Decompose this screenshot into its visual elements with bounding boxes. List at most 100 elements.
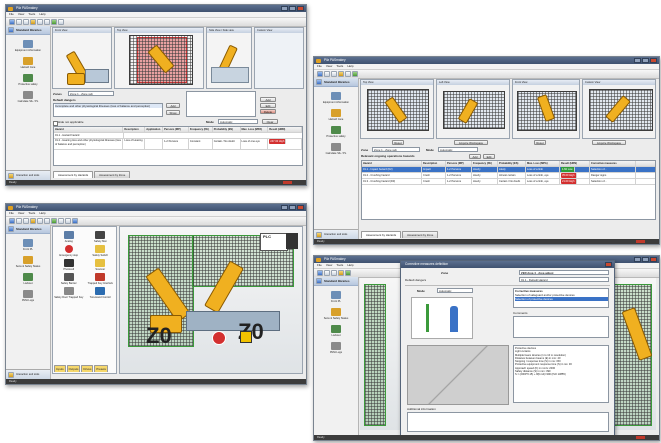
zoom-icon[interactable] (58, 218, 64, 224)
view-side[interactable]: Side View / Side view (206, 27, 252, 89)
mode-select[interactable]: Automatic (218, 119, 258, 124)
view-custom[interactable]: Custom View (582, 79, 656, 139)
minimize-icon[interactable] (281, 205, 288, 210)
open-icon[interactable] (324, 270, 330, 276)
view-front[interactable]: Front View (52, 27, 112, 89)
device-scanner[interactable]: Scanner (85, 259, 117, 271)
reset-button-2[interactable]: Reset (534, 140, 546, 145)
print-icon[interactable] (30, 19, 36, 25)
list-item[interactable]: Selection of protective devices (515, 297, 608, 301)
undo-icon[interactable] (37, 218, 43, 224)
save-icon[interactable] (331, 270, 337, 276)
view-left[interactable]: Left View (436, 79, 510, 139)
sidebar-item-pmh-lugs[interactable]: PMH Lugs (314, 342, 358, 354)
tab-assessment-by-hazards[interactable]: Assessment by Hazards (53, 171, 94, 178)
report-icon[interactable] (345, 270, 351, 276)
save-icon[interactable] (23, 218, 29, 224)
sidebar-item-safety-status[interactable]: Sens & Safety Status (6, 256, 50, 268)
save-icon[interactable] (331, 71, 337, 77)
menu-help[interactable]: Help (347, 263, 353, 268)
print-icon[interactable] (30, 218, 36, 224)
tab-assessment-by-zone[interactable]: Assessment by Zone (94, 171, 131, 178)
sidebar-item-safety-status[interactable]: Sens & Safety Status (314, 308, 358, 320)
close-icon[interactable] (650, 58, 657, 63)
hazard-list[interactable]: Incomplete and other physiological illne… (53, 103, 163, 117)
zone-select[interactable]: Zone 1 - Zone sub (68, 91, 114, 96)
view-top[interactable]: Top View (114, 27, 204, 89)
menu-tools[interactable]: Tools (336, 64, 343, 69)
hazard-select[interactable]: 01.1 - Default Hazard (519, 277, 609, 282)
sidebar-item-equipment[interactable]: Equipment information (314, 92, 358, 104)
table-row[interactable]: 01.3 - Crushing hazard (D3) Crush 1-2 Pe… (362, 179, 655, 185)
sidebar-item-sil-pl[interactable]: Calculate SIL / PL (6, 91, 50, 103)
device-photocell[interactable]: Photocell (53, 259, 85, 271)
mode-select[interactable]: Automatic (437, 288, 473, 293)
sidebar-footer[interactable]: Interaction and tools (314, 229, 358, 239)
acquire-workspace-button[interactable]: Acquire Workspace (454, 140, 488, 145)
menu-tools[interactable]: Tools (336, 263, 343, 268)
sidebar-item-front-pl[interactable]: Front PL (314, 291, 358, 303)
menu-file[interactable]: File (317, 64, 322, 69)
device-emergency-stop[interactable]: Emergency stop (53, 245, 85, 257)
view-custom[interactable]: Custom View (254, 27, 304, 89)
menu-view[interactable]: View (18, 211, 24, 216)
minimize-icon[interactable] (281, 6, 288, 11)
menu-view[interactable]: View (326, 263, 332, 268)
menu-help[interactable]: Help (347, 64, 353, 69)
add-button[interactable]: Add (166, 103, 180, 108)
show-button[interactable]: Show (166, 110, 180, 115)
new-icon[interactable] (9, 218, 15, 224)
menu-file[interactable]: File (9, 12, 14, 17)
table-row[interactable]: 01.2 - Hearing loss and other physiologi… (54, 139, 302, 150)
camera-icon[interactable] (72, 218, 78, 224)
corrective-measures-list[interactable]: Corrective measures Selection of safegua… (513, 288, 609, 308)
tab-inputs[interactable]: Inputs (54, 365, 66, 372)
delete-button[interactable]: Delete (260, 109, 276, 114)
device-two-hand[interactable]: Two-Hand Control (85, 287, 117, 299)
tab-outputs[interactable]: Outputs (66, 365, 81, 372)
sidebar-item-lockout[interactable]: Lockout (6, 273, 50, 285)
open-icon[interactable] (324, 71, 330, 77)
menu-view[interactable]: View (326, 64, 332, 69)
menu-tools[interactable]: Tools (28, 12, 35, 17)
undo-icon[interactable] (37, 19, 43, 25)
new-icon[interactable] (317, 71, 323, 77)
tab-assessment-by-zone[interactable]: Assessment by Zone (402, 231, 439, 238)
sidebar-item-sil-pl[interactable]: Calculate SIL / PL (314, 143, 358, 155)
zone-select[interactable]: Zone 1 - Zone sub (372, 147, 420, 152)
redo-icon[interactable] (44, 218, 50, 224)
device-analog[interactable]: Analog (53, 231, 85, 243)
view-top[interactable]: Top View (360, 79, 434, 139)
acquire-workspace-button-2[interactable]: Acquire Workspace (592, 140, 626, 145)
cell-3d-scene[interactable]: Z0 Z0 PLC (119, 226, 303, 374)
menu-tools[interactable]: Tools (28, 211, 35, 216)
minimize-icon[interactable] (634, 257, 641, 262)
sidebar-item-front-pl[interactable]: Front PL (6, 239, 50, 251)
maximize-icon[interactable] (642, 257, 649, 262)
menu-file[interactable]: File (9, 211, 14, 216)
save-icon[interactable] (23, 19, 29, 25)
dialog-close-icon[interactable] (605, 262, 612, 267)
new-icon[interactable] (317, 270, 323, 276)
rotate-icon[interactable] (65, 218, 71, 224)
sidebar-item-lockout[interactable]: Lockout (314, 325, 358, 337)
open-icon[interactable] (16, 19, 22, 25)
sidebar-item-hazard-zone[interactable]: Hazard zone (314, 109, 358, 121)
device-safety-barrier[interactable]: Safety Barrier (53, 273, 85, 285)
plc-cabinet[interactable]: PLC (260, 233, 288, 251)
mode-select[interactable]: Automatic (438, 147, 478, 152)
sidebar-item-pmh-lugs[interactable]: PMH Lugs (6, 290, 50, 302)
device-trapped-key[interactable]: Trapped Key Interlock (85, 273, 117, 285)
tab-drives[interactable]: Drives (81, 365, 94, 372)
device-safety-mat[interactable]: Safety Mat (85, 231, 117, 243)
add-danger-button[interactable]: Add (260, 97, 276, 102)
comments-field[interactable] (513, 316, 609, 338)
menu-file[interactable]: File (317, 263, 322, 268)
sidebar-item-equipment[interactable]: Equipment information (6, 40, 50, 52)
sidebar-footer[interactable]: Interaction and tools (6, 170, 50, 180)
report-icon[interactable] (51, 218, 57, 224)
print-icon[interactable] (338, 270, 344, 276)
view-front[interactable]: Front View (512, 79, 580, 139)
device-safety-switch[interactable]: Safety Switch (85, 245, 117, 257)
print-icon[interactable] (338, 71, 344, 77)
